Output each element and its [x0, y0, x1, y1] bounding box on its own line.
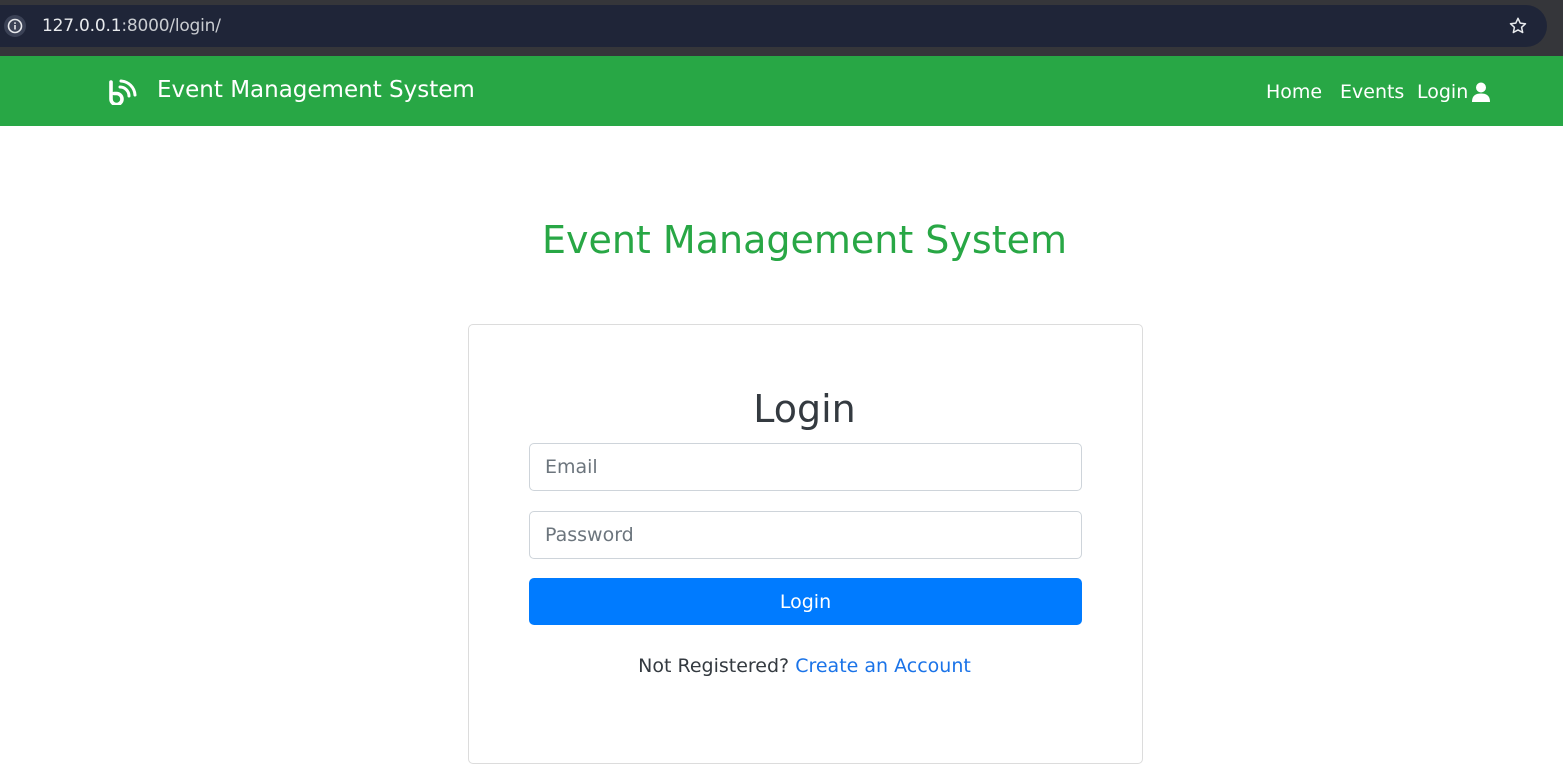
nav-link-events[interactable]: Events — [1340, 81, 1404, 103]
nav-link-login[interactable]: Login — [1417, 81, 1468, 103]
nav-link-home[interactable]: Home — [1266, 81, 1322, 103]
star-icon[interactable] — [1507, 15, 1529, 37]
brand-logo-icon[interactable] — [108, 79, 138, 107]
login-title: Login — [753, 387, 856, 431]
url-text[interactable]: 127.0.0.1:8000/login/ — [42, 16, 221, 36]
brand-title[interactable]: Event Management System — [157, 77, 475, 103]
url-host: 127.0.0.1 — [42, 16, 122, 36]
info-icon[interactable] — [4, 15, 26, 37]
page-title: Event Management System — [541, 218, 1068, 262]
browser-toolbar: 127.0.0.1:8000/login/ — [0, 0, 1563, 56]
register-prompt: Not Registered? Create an Account — [0, 655, 1563, 677]
navbar: Event Management System Home Events Logi… — [0, 56, 1563, 126]
password-field[interactable] — [529, 511, 1082, 559]
register-prompt-text: Not Registered? — [638, 655, 790, 677]
login-button[interactable]: Login — [529, 578, 1082, 625]
email-field[interactable] — [529, 443, 1082, 491]
url-path: :8000/login/ — [121, 16, 221, 36]
user-icon[interactable] — [1471, 82, 1491, 102]
address-bar[interactable]: 127.0.0.1:8000/login/ — [0, 5, 1547, 47]
create-account-link[interactable]: Create an Account — [795, 655, 971, 677]
